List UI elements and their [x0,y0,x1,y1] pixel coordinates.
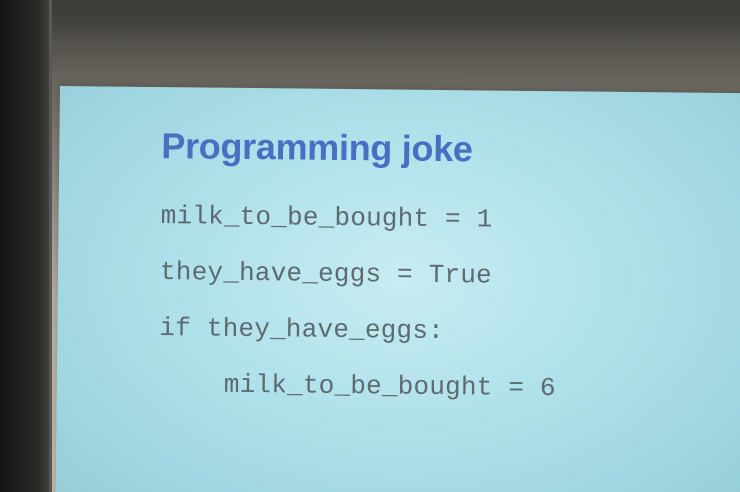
projected-slide: Programming joke milk_to_be_bought = 1 t… [55,86,740,492]
code-line-milk-reassignment: milk_to_be_bought = 6 [223,369,556,404]
code-line-milk-assignment: milk_to_be_bought = 1 [160,201,493,235]
dark-wall-edge [0,0,52,492]
slide-title: Programming joke [161,125,473,170]
ceiling-shadow [52,0,740,40]
code-line-if-statement: if they_have_eggs: [159,313,445,347]
code-line-eggs-assignment: they_have_eggs = True [159,257,493,291]
